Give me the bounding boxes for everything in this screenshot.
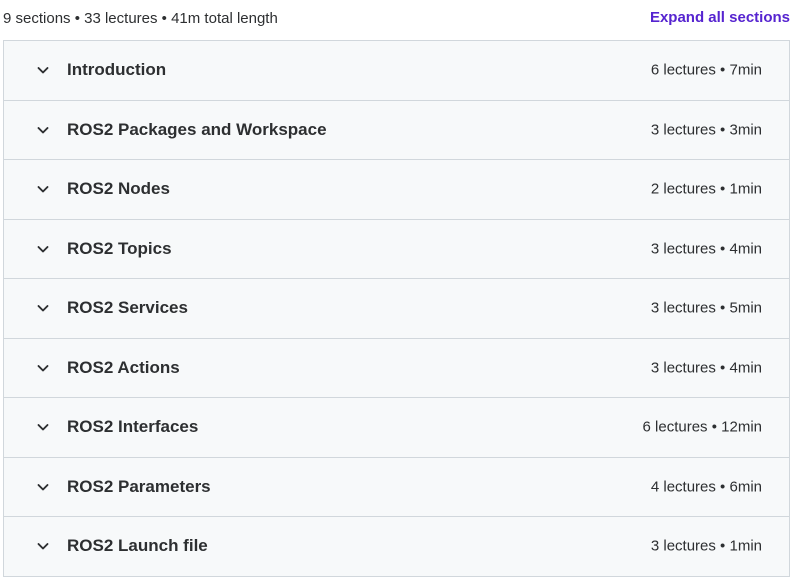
section-lecture-count: 3 lectures • 5min (650, 299, 762, 317)
section-panel-parameters[interactable]: ROS2 Parameters 4 lectures • 6min (4, 457, 789, 517)
section-panel-launch-file[interactable]: ROS2 Launch file 3 lectures • 1min (4, 517, 789, 577)
chevron-down-icon (36, 182, 50, 196)
chevron-down-icon (36, 539, 50, 553)
chevron-down-icon (36, 301, 50, 315)
section-title: ROS2 Actions (67, 357, 180, 377)
section-panel-introduction[interactable]: Introduction 6 lectures • 7min (4, 41, 789, 101)
section-panel-nodes[interactable]: ROS2 Nodes 2 lectures • 1min (4, 160, 789, 220)
section-lecture-count: 3 lectures • 1min (650, 537, 762, 555)
chevron-down-icon (36, 480, 50, 494)
section-panel-services[interactable]: ROS2 Services 3 lectures • 5min (4, 279, 789, 339)
section-title: ROS2 Topics (67, 238, 172, 258)
chevron-down-icon (36, 242, 50, 256)
section-panel-interfaces[interactable]: ROS2 Interfaces 6 lectures • 12min (4, 398, 789, 458)
section-title: Introduction (67, 60, 167, 80)
section-title: ROS2 Packages and Workspace (67, 119, 327, 139)
curriculum-section-list: Introduction 6 lectures • 7min ROS2 Pack… (3, 40, 790, 577)
section-lecture-count: 4 lectures • 6min (650, 478, 762, 496)
section-panel-topics[interactable]: ROS2 Topics 3 lectures • 4min (4, 219, 789, 279)
section-lecture-count: 3 lectures • 4min (650, 240, 762, 258)
expand-all-sections-button[interactable]: Expand all sections (650, 9, 790, 26)
curriculum-summary: 9 sections • 33 lectures • 41m total len… (3, 10, 278, 27)
section-lecture-count: 6 lectures • 12min (642, 418, 762, 436)
curriculum-summary-bar: 9 sections • 33 lectures • 41m total len… (0, 0, 791, 40)
chevron-down-icon (36, 420, 50, 434)
chevron-down-icon (36, 123, 50, 137)
section-title: ROS2 Nodes (67, 179, 170, 199)
section-title: ROS2 Launch file (67, 536, 208, 556)
section-lecture-count: 6 lectures • 7min (650, 61, 762, 79)
chevron-down-icon (36, 63, 50, 77)
section-panel-packages-workspace[interactable]: ROS2 Packages and Workspace 3 lectures •… (4, 100, 789, 160)
section-lecture-count: 2 lectures • 1min (650, 180, 762, 198)
section-title: ROS2 Interfaces (67, 417, 199, 437)
section-panel-actions[interactable]: ROS2 Actions 3 lectures • 4min (4, 338, 789, 398)
section-title: ROS2 Services (67, 298, 188, 318)
chevron-down-icon (36, 361, 50, 375)
section-lecture-count: 3 lectures • 3min (650, 121, 762, 139)
section-title: ROS2 Parameters (67, 476, 211, 496)
section-lecture-count: 3 lectures • 4min (650, 359, 762, 377)
